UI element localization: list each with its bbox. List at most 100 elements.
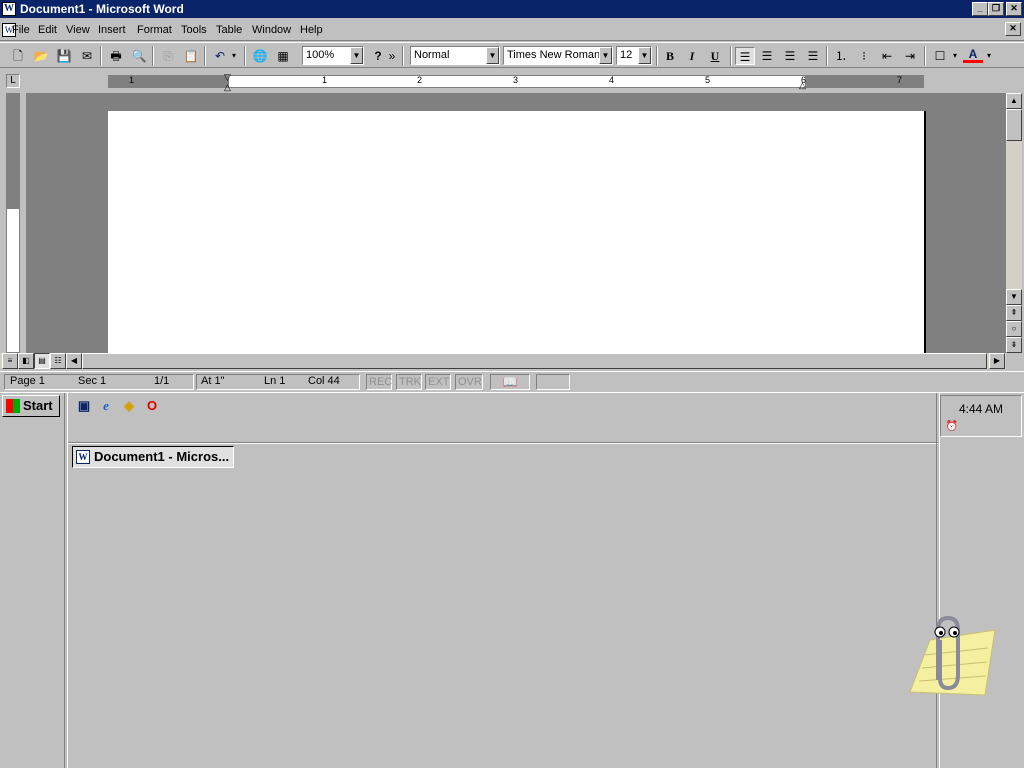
undo-dropdown-icon[interactable]: ▾ bbox=[228, 47, 240, 65]
align-right-icon[interactable]: ☰ bbox=[780, 47, 800, 65]
zoom-combo[interactable]: 100% ▼ bbox=[302, 46, 364, 65]
horizontal-ruler[interactable]: 1 1 2 3 4 5 6 7 ▽ △ △ bbox=[108, 72, 924, 92]
ruler-left-margin bbox=[109, 76, 229, 87]
borders-dropdown-icon[interactable]: ▾ bbox=[950, 47, 960, 65]
borders-icon[interactable]: ☐ bbox=[930, 47, 950, 65]
scroll-down-icon[interactable]: ▼ bbox=[1006, 289, 1022, 305]
start-button[interactable]: Start bbox=[2, 395, 60, 417]
minimize-button[interactable]: _ bbox=[972, 2, 988, 16]
print-preview-icon[interactable]: 🔍 bbox=[129, 47, 149, 65]
select-browse-object-icon[interactable]: ○ bbox=[1006, 321, 1022, 337]
menu-format[interactable]: Format bbox=[137, 24, 172, 36]
menu-help[interactable]: Help bbox=[300, 24, 323, 36]
office-assistant[interactable] bbox=[900, 610, 1000, 710]
opera-icon[interactable]: O bbox=[144, 398, 160, 414]
scheduler-icon[interactable]: ⏰ bbox=[945, 420, 959, 434]
menu-edit[interactable]: Edit bbox=[38, 24, 57, 36]
left-indent-marker[interactable]: △ bbox=[224, 82, 231, 93]
scroll-thumb[interactable] bbox=[1006, 109, 1022, 141]
align-left-icon[interactable]: ☰ bbox=[735, 47, 755, 65]
menu-view[interactable]: View bbox=[66, 24, 90, 36]
internet-explorer-icon[interactable]: e bbox=[98, 398, 114, 414]
scroll-left-icon[interactable]: ◀ bbox=[66, 353, 82, 369]
copy-icon[interactable]: ⎘ bbox=[158, 47, 178, 65]
email-icon[interactable]: ✉ bbox=[77, 47, 97, 65]
web-layout-icon[interactable]: ◧ bbox=[18, 353, 34, 369]
underline-button[interactable]: U bbox=[705, 47, 725, 65]
menu-file[interactable]: File bbox=[12, 24, 30, 36]
status-page-count: 1/1 bbox=[154, 375, 170, 387]
print-layout-icon[interactable]: ▤ bbox=[34, 353, 50, 369]
open-folder-icon[interactable]: 📂 bbox=[31, 47, 51, 65]
justify-icon[interactable]: ☰ bbox=[803, 47, 823, 65]
toolbar-separator bbox=[244, 46, 246, 66]
vertical-ruler[interactable] bbox=[6, 93, 20, 353]
menu-tools[interactable]: Tools bbox=[181, 24, 207, 36]
ruler-number: 2 bbox=[417, 75, 423, 85]
menu-window[interactable]: Window bbox=[252, 24, 291, 36]
font-size-combo[interactable]: 12 ▼ bbox=[616, 46, 652, 65]
status-rec[interactable]: REC bbox=[366, 374, 392, 390]
vertical-scrollbar[interactable]: ▲ ▼ ⇞ ○ ⇟ bbox=[1006, 93, 1022, 353]
system-tray: 4:44 AM ⏰ bbox=[940, 395, 1022, 437]
align-center-icon[interactable]: ☰ bbox=[757, 47, 777, 65]
document-close-button[interactable]: ✕ bbox=[1005, 22, 1021, 36]
font-color-dropdown-icon[interactable]: ▾ bbox=[984, 47, 994, 65]
font-combo[interactable]: Times New Roman ▼ bbox=[503, 46, 613, 65]
chevron-down-icon[interactable]: ▼ bbox=[486, 47, 499, 64]
next-page-icon[interactable]: ⇟ bbox=[1006, 337, 1022, 353]
menu-table[interactable]: Table bbox=[216, 24, 242, 36]
outline-view-icon[interactable]: ☷ bbox=[50, 353, 66, 369]
word-app-icon[interactable]: W bbox=[2, 2, 16, 16]
menu-bar: W File Edit View Insert Format Tools Tab… bbox=[0, 20, 1024, 41]
status-trk[interactable]: TRK bbox=[396, 374, 422, 390]
status-ovr[interactable]: OVR bbox=[455, 374, 483, 390]
horizontal-scrollbar[interactable]: ≡ ◧ ▤ ☷ ◀ ▶ bbox=[0, 353, 1006, 369]
numbering-icon[interactable]: ⒈ bbox=[831, 47, 851, 65]
style-value: Normal bbox=[414, 49, 450, 61]
undo-icon[interactable]: ↶ bbox=[210, 47, 230, 65]
paste-icon[interactable]: 📋 bbox=[181, 47, 201, 65]
previous-page-icon[interactable]: ⇞ bbox=[1006, 305, 1022, 321]
document-page[interactable] bbox=[108, 111, 926, 353]
chevron-down-icon[interactable]: ▼ bbox=[599, 47, 612, 64]
scroll-up-icon[interactable]: ▲ bbox=[1006, 93, 1022, 109]
right-indent-marker[interactable]: △ bbox=[799, 80, 806, 91]
horizontal-scroll-thumb[interactable] bbox=[82, 353, 987, 369]
desktop-icon[interactable]: ▣ bbox=[76, 398, 92, 414]
decrease-indent-icon[interactable]: ⇤ bbox=[877, 47, 897, 65]
new-document-icon[interactable]: 🗋 bbox=[8, 47, 28, 65]
tables-and-borders-icon[interactable]: ▦ bbox=[273, 47, 293, 65]
increase-indent-icon[interactable]: ⇥ bbox=[900, 47, 920, 65]
normal-view-icon[interactable]: ≡ bbox=[2, 353, 18, 369]
bold-button[interactable]: B bbox=[660, 47, 680, 65]
toolbar-separator bbox=[826, 46, 828, 66]
hyperlink-icon[interactable]: 🌐 bbox=[250, 47, 270, 65]
spelling-status-icon[interactable]: 📖 bbox=[490, 374, 530, 390]
ruler-number: 5 bbox=[705, 75, 711, 85]
bullets-icon[interactable]: ⁝ bbox=[854, 47, 874, 65]
toolbar-separator bbox=[924, 46, 926, 66]
tab-selector[interactable]: L bbox=[6, 74, 20, 88]
font-color-icon[interactable]: A bbox=[963, 47, 983, 63]
channels-icon[interactable]: ◈ bbox=[121, 398, 137, 414]
menu-insert[interactable]: Insert bbox=[98, 24, 126, 36]
more-buttons-icon[interactable]: » bbox=[386, 47, 398, 65]
status-ext[interactable]: EXT bbox=[425, 374, 451, 390]
italic-button[interactable]: I bbox=[682, 47, 702, 65]
status-line: Ln 1 bbox=[264, 375, 286, 387]
task-button-word[interactable]: W Document1 - Micros... bbox=[72, 446, 234, 468]
close-button[interactable]: ✕ bbox=[1006, 2, 1022, 16]
restore-button[interactable]: ❐ bbox=[988, 2, 1004, 16]
save-icon[interactable]: 💾 bbox=[54, 47, 74, 65]
chevron-down-icon[interactable]: ▼ bbox=[350, 47, 363, 64]
print-icon[interactable]: 🖶 bbox=[106, 47, 126, 65]
help-icon[interactable]: ? bbox=[368, 47, 388, 65]
style-combo[interactable]: Normal ▼ bbox=[410, 46, 500, 65]
scroll-right-icon[interactable]: ▶ bbox=[989, 353, 1005, 369]
chevron-down-icon[interactable]: ▼ bbox=[638, 47, 651, 64]
status-section: Sec 1 bbox=[78, 375, 107, 387]
taskbar: Start ▣ e ◈ O W Document1 - Micros... 4:… bbox=[0, 392, 1024, 768]
clock[interactable]: 4:44 AM bbox=[959, 402, 1003, 416]
status-bar: Page 1 Sec 1 1/1 At 1" Ln 1 Col 44 REC T… bbox=[0, 371, 1024, 391]
